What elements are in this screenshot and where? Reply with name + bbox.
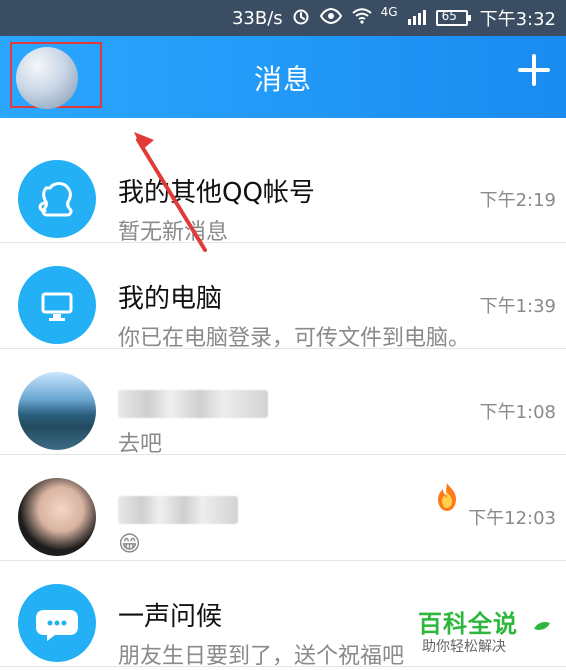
conversation-row[interactable]: 我的电脑 你已在电脑登录，可传文件到电脑。 下午1:39: [0, 244, 566, 351]
conversation-list[interactable]: 我的其他QQ帐号 暂无新消息 下午2:19 我的电脑 你已在电脑登录，可传文件到…: [0, 118, 566, 670]
conversation-time: 下午1:39: [479, 296, 556, 317]
plus-icon[interactable]: [514, 50, 554, 90]
watermark: 百科全说 助你轻松解决: [408, 602, 558, 660]
alarm-icon: [291, 6, 311, 31]
conversation-row[interactable]: 😁 下午12:03: [0, 456, 566, 561]
status-bar: 33B/s 4G 65 下午3:32: [0, 0, 566, 36]
network-speed: 33B/s: [231, 7, 283, 29]
computer-icon: [41, 292, 73, 321]
flame-icon: [438, 483, 456, 511]
redacted-contact-name: [118, 390, 268, 418]
conversation-row[interactable]: 我的其他QQ帐号 暂无新消息 下午2:19: [0, 138, 566, 245]
page-title: 消息: [253, 63, 312, 96]
redacted-contact-name: [118, 496, 238, 524]
conversation-time: 下午1:08: [479, 402, 556, 423]
watermark-title: 百科全说: [418, 610, 518, 638]
conversation-preview: 你已在电脑登录，可传文件到电脑。: [118, 326, 471, 351]
conversation-preview: 去吧: [118, 432, 163, 457]
conversation-name: 一声问候: [118, 602, 223, 632]
eye-icon: [319, 6, 343, 31]
wifi-icon: [351, 6, 373, 31]
qq-accounts-icon: [38, 182, 73, 217]
conversation-row[interactable]: 去吧 下午1:08: [0, 350, 566, 457]
status-bar-right: 33B/s 4G 65 下午3:32: [232, 0, 556, 36]
conversation-preview: 😁: [118, 532, 141, 557]
leaf-icon: [534, 618, 550, 634]
network-type: 4G: [380, 5, 398, 19]
conversation-avatar: [18, 584, 96, 662]
battery-icon: 65: [435, 8, 472, 28]
signal-icon: [406, 7, 428, 30]
chat-bubble-icon: [36, 610, 78, 641]
watermark-subtitle: 助你轻松解决: [422, 639, 506, 655]
conversation-avatar: [18, 266, 96, 344]
conversation-time: 下午2:19: [479, 190, 556, 211]
conversation-preview: 朋友生日要到了，送个祝福吧: [118, 644, 405, 669]
landscape-avatar: [18, 372, 96, 450]
conversation-name: 我的电脑: [118, 284, 223, 314]
conversation-avatar: [18, 160, 96, 238]
annotation-arrow: [134, 132, 207, 252]
conversation-time: 下午12:03: [468, 508, 556, 529]
status-time: 下午3:32: [479, 9, 556, 30]
battery-level: 65: [441, 9, 457, 23]
girl-avatar: [18, 478, 96, 556]
